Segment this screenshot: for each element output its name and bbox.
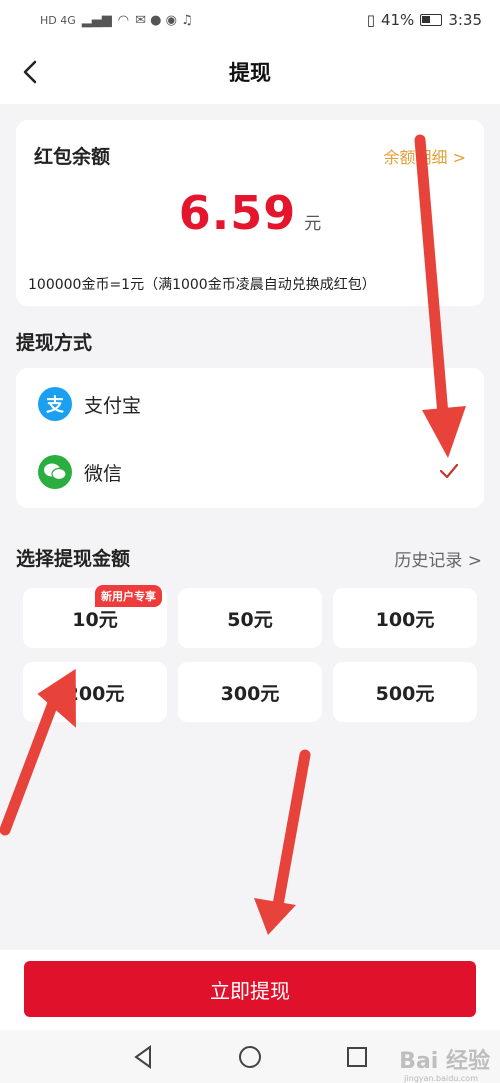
method-label: 微信 <box>84 462 123 485</box>
amount-option-label: 50元 <box>227 608 273 631</box>
watermark-url: jingyan.baidu.com <box>404 1074 478 1083</box>
exchange-note: 100000金币=1元（满1000金币凌晨自动兑换成红包） <box>28 277 376 293</box>
network-label: HD 4G <box>40 13 76 27</box>
status-bar-right: ▯ 41% 3:35 <box>367 11 482 29</box>
amount-option-label: 500元 <box>375 682 435 705</box>
balance-card: 红包余额 余额明细 > 6.59 元 100000金币=1元（满1000金币凌晨自… <box>16 120 484 306</box>
select-amount-title: 选择提现金额 <box>16 548 131 570</box>
method-label: 支付宝 <box>84 394 142 417</box>
system-nav-bar: Bai 经验 jingyan.baidu.com <box>0 1030 500 1083</box>
nav-home-icon[interactable] <box>235 1042 265 1072</box>
balance-unit: 元 <box>304 214 322 234</box>
alipay-icon: 支 <box>38 387 72 421</box>
amount-option-10[interactable]: 新用户专享 10元 <box>23 585 167 648</box>
amount-option-label: 100元 <box>375 608 435 631</box>
amount-option-200[interactable]: 200元 <box>23 662 167 722</box>
nav-back-icon[interactable] <box>128 1042 158 1072</box>
wifi-icon: ◠ <box>117 12 130 28</box>
nav-recent-icon[interactable] <box>342 1042 372 1072</box>
amount-option-label: 300元 <box>220 682 280 705</box>
amount-option-label: 200元 <box>65 682 125 705</box>
battery-percent: 41% <box>380 11 415 29</box>
check-icon <box>439 463 459 479</box>
arrow-to-withdraw-button <box>254 749 311 935</box>
page-title: 提现 <box>229 61 271 85</box>
withdraw-method-title: 提现方式 <box>16 332 93 354</box>
wechat-icon <box>38 455 72 489</box>
vibrate-icon: ▯ <box>366 11 375 29</box>
battery-icon <box>420 14 443 26</box>
back-icon[interactable] <box>20 58 42 86</box>
amount-option-label: 10元 <box>72 608 118 631</box>
wechat-bubbles-icon <box>44 463 67 481</box>
amount-option-500[interactable]: 500元 <box>333 662 477 722</box>
method-wechat[interactable]: 微信 <box>16 438 484 506</box>
withdraw-methods-card: 支 支付宝 微信 <box>16 368 484 508</box>
status-bar-left: HD 4G ▂▄▆ ◠ ✉ ● ◉ ♫ <box>40 13 193 28</box>
history-link[interactable]: 历史记录 > <box>394 546 482 571</box>
balance-detail-link[interactable]: 余额明细 > <box>384 144 467 168</box>
balance-title: 红包余额 <box>34 146 111 168</box>
signal-icon: ▂▄▆ <box>81 12 112 28</box>
balance-amount: 6.59 <box>178 186 297 240</box>
clock: 3:35 <box>448 11 482 29</box>
balance-amount-row: 6.59 元 <box>16 186 484 240</box>
watermark-logo: Bai 经验 <box>399 1049 490 1074</box>
status-bar: HD 4G ▂▄▆ ◠ ✉ ● ◉ ♫ ▯ 41% 3:35 <box>0 0 500 40</box>
new-user-badge: 新用户专享 <box>95 585 162 607</box>
amount-option-100[interactable]: 100元 <box>333 588 477 648</box>
withdraw-now-button[interactable]: 立即提现 <box>24 961 476 1017</box>
nav-bar: 提现 <box>0 40 500 104</box>
notification-icons: ✉ ● ◉ ♫ <box>135 12 193 28</box>
method-alipay[interactable]: 支 支付宝 <box>16 370 484 438</box>
amount-option-50[interactable]: 50元 <box>178 588 322 648</box>
amount-option-300[interactable]: 300元 <box>178 662 322 722</box>
